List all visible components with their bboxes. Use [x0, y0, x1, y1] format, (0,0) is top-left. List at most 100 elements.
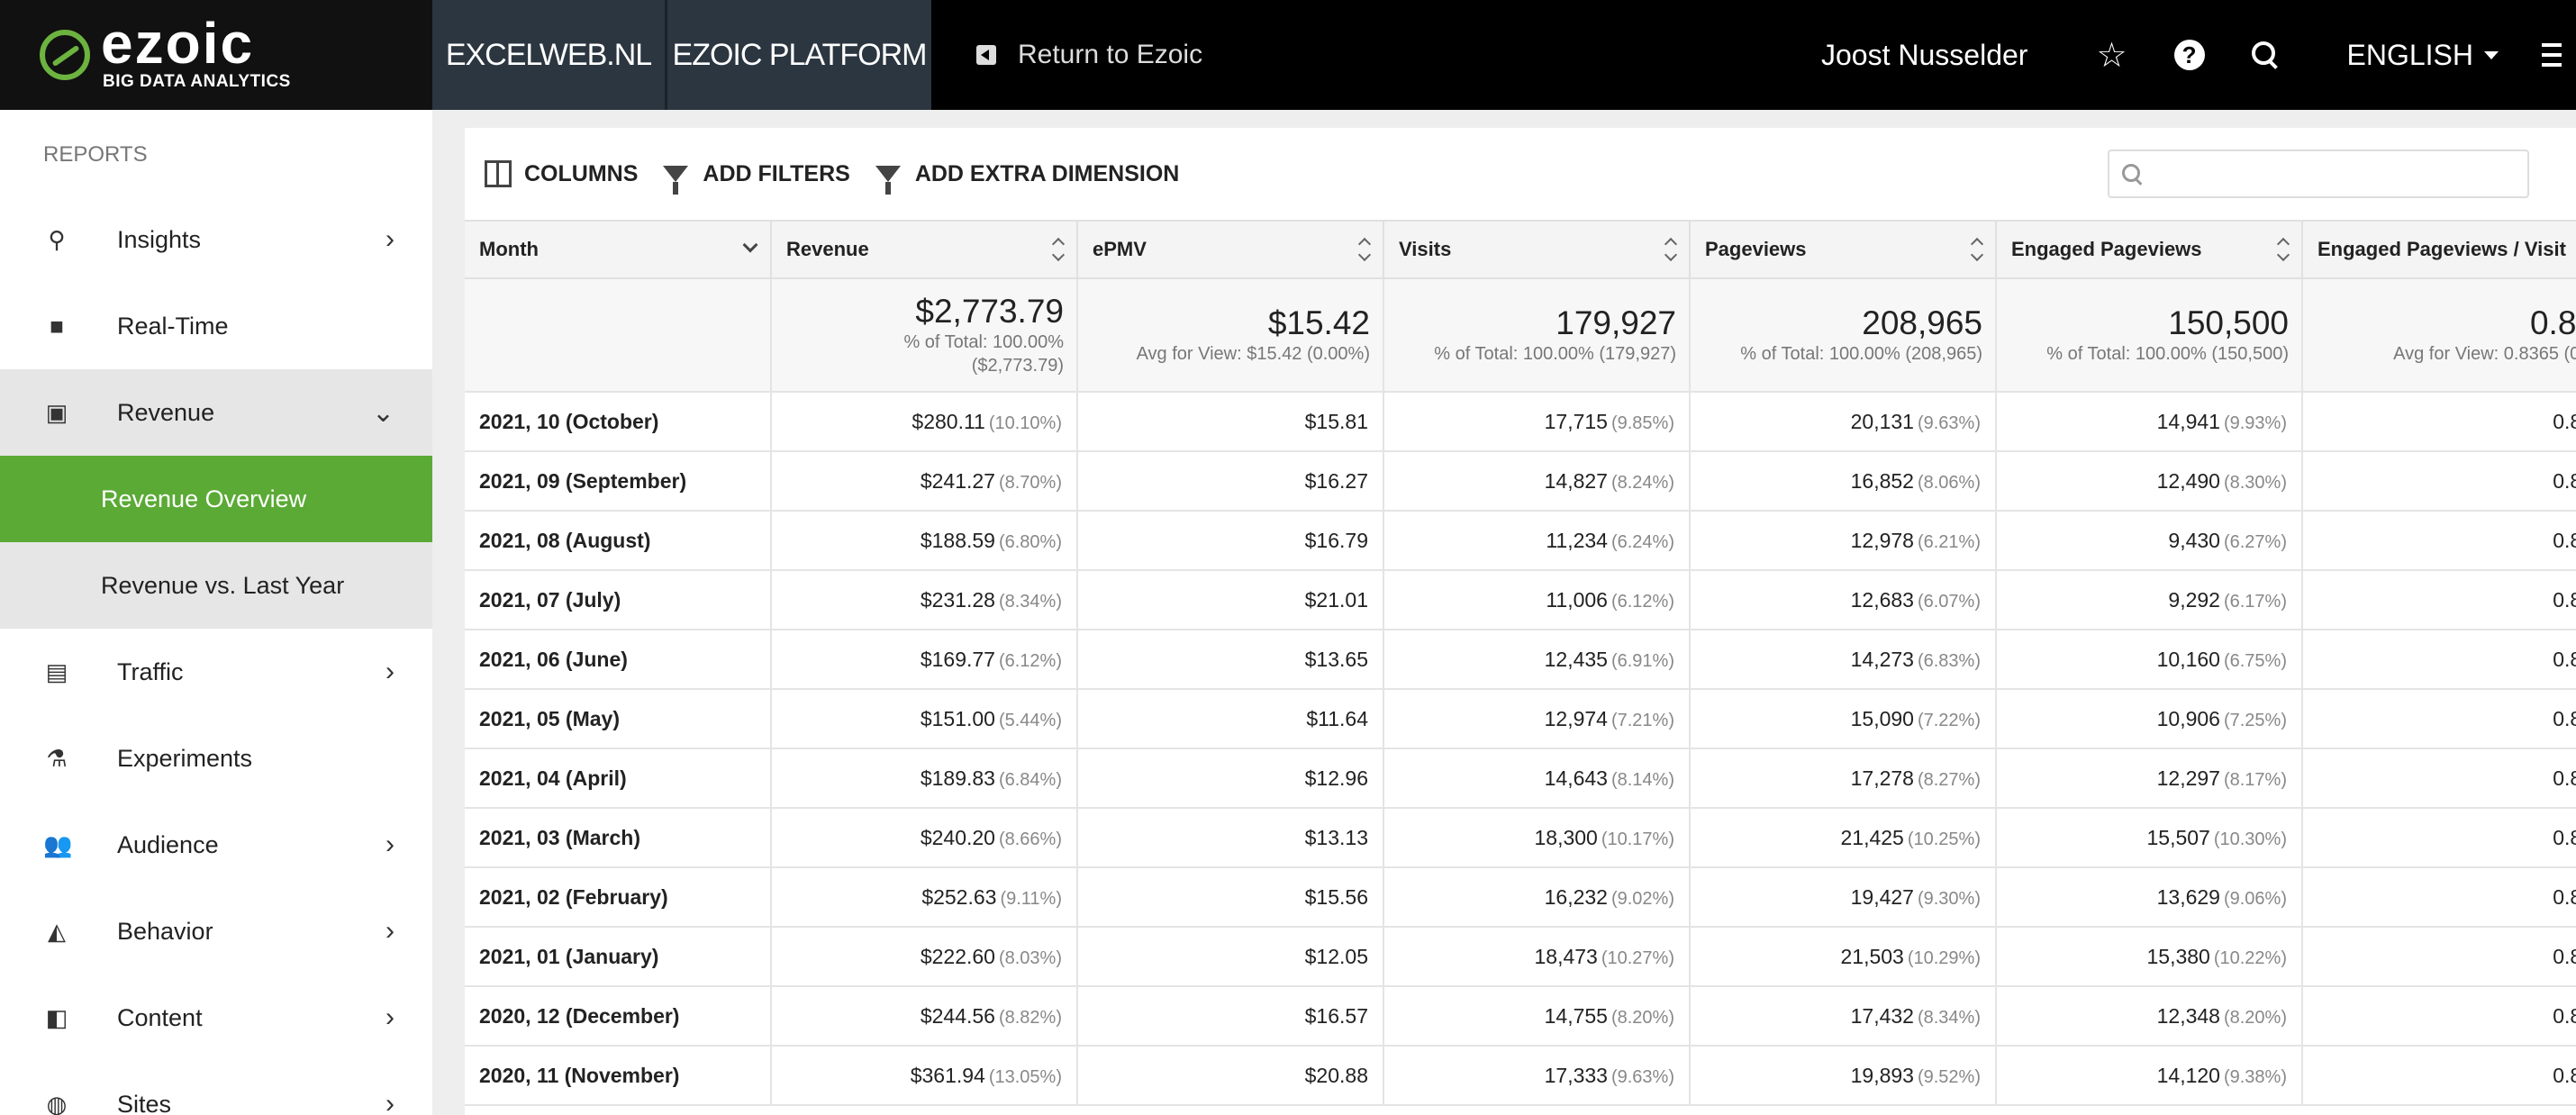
sidebar-item-label: Real-Time	[117, 312, 229, 340]
sidebar-item-label: Content	[117, 1003, 203, 1031]
column-header-engaged-pageviews[interactable]: Engaged Pageviews	[1996, 220, 2303, 279]
sidebar-item-behavior[interactable]: ◭ Behavior ›	[0, 888, 432, 974]
chevron-right-icon: ›	[385, 657, 395, 686]
table-row[interactable]: 2021, 08 (August) $188.59 (6.80%) $16.79 11,…	[465, 511, 2576, 571]
table-search-input[interactable]	[2109, 151, 2527, 196]
table-row[interactable]: 2021, 07 (July) $231.28 (8.34%) $21.01 11,00…	[465, 570, 2576, 630]
table-cell: 18,300 (10.17%)	[1383, 808, 1691, 868]
list-menu-icon[interactable]	[2535, 43, 2562, 67]
sidebar-item-revenue-vs-last-year[interactable]: Revenue vs. Last Year	[0, 542, 432, 629]
table-cell: 14,941 (9.93%)	[1996, 392, 2303, 452]
table-cell: 16,232 (9.02%)	[1383, 867, 1691, 928]
sidebar-item-experiments[interactable]: ⚗ Experiments	[0, 715, 432, 802]
table-cell: 0.84	[2302, 808, 2576, 868]
star-icon[interactable]: ☆	[2096, 35, 2127, 76]
search-icon[interactable]	[2251, 41, 2279, 68]
table-cell: $241.27 (8.70%)	[771, 451, 1078, 512]
sidebar-item-label: Experiments	[117, 744, 253, 772]
column-header-epmv[interactable]: ePMV	[1077, 220, 1384, 279]
totals-cell	[465, 278, 772, 393]
site-tab[interactable]: EXCELWEB.NL	[432, 0, 665, 110]
table-cell: 17,715 (9.85%)	[1383, 392, 1691, 452]
table-cell: $21.01	[1077, 570, 1384, 630]
table-row[interactable]: 2021, 05 (May) $151.00 (5.44%) $11.64 12,974…	[465, 689, 2576, 749]
columns-button[interactable]: COLUMNS	[485, 160, 638, 187]
platform-tab[interactable]: EZOIC PLATFORM	[665, 0, 931, 110]
column-header-revenue[interactable]: Revenue	[771, 220, 1078, 279]
table-row[interactable]: 2021, 04 (April) $189.83 (6.84%) $12.96 14,6…	[465, 748, 2576, 809]
table-cell: 2021, 01 (January)	[465, 927, 772, 987]
language-selector[interactable]: ENGLISH	[2347, 39, 2499, 72]
totals-cell: 150,500 % of Total: 100.00% (150,500)	[1996, 278, 2303, 393]
dashboard-icon: ◧	[45, 1003, 68, 1031]
table-cell: $15.81	[1077, 392, 1384, 452]
sidebar-item-revenue-overview[interactable]: Revenue Overview	[0, 456, 432, 542]
table-row[interactable]: 2021, 10 (October) $280.11 (10.10%) $15.81 1…	[465, 392, 2576, 452]
totals-cell: 208,965 % of Total: 100.00% (208,965)	[1690, 278, 1997, 393]
table-row[interactable]: 2020, 11 (November) $361.94 (13.05%) $20.88…	[465, 1046, 2576, 1106]
table-cell: $11.64	[1077, 689, 1384, 749]
sidebar-item-audience[interactable]: 👥 Audience ›	[0, 802, 432, 888]
table-cell: 10,160 (6.75%)	[1996, 630, 2303, 690]
sidebar-item-label: Revenue	[117, 398, 215, 426]
sidebar-item-label: Traffic	[117, 657, 184, 685]
sidebar-item-insights[interactable]: ⚲ Insights ›	[0, 196, 432, 283]
totals-cell: $15.42 Avg for View: $15.42 (0.00%)	[1077, 278, 1384, 393]
column-header-month[interactable]: Month	[465, 220, 772, 279]
help-icon[interactable]: ?	[2173, 40, 2205, 70]
table-row[interactable]: 2021, 03 (March) $240.20 (8.66%) $13.13 18,3…	[465, 808, 2576, 868]
table-cell: 11,006 (6.12%)	[1383, 570, 1691, 630]
chevron-right-icon: ›	[385, 224, 395, 254]
sidebar-item-sites[interactable]: ◍ Sites ›	[0, 1061, 432, 1115]
chevron-down-icon: ⌄	[371, 397, 395, 428]
table-row[interactable]: 2021, 02 (February) $252.63 (9.11%) $15.56 1…	[465, 867, 2576, 928]
table-cell: 18,473 (10.27%)	[1383, 927, 1691, 987]
sidebar-item-real-time[interactable]: ■ Real-Time	[0, 283, 432, 369]
table-header-row: Month Revenue ePMV Visits Pageviews Enga…	[465, 220, 2576, 279]
table-row[interactable]: 2021, 01 (January) $222.60 (8.03%) $12.05 18…	[465, 927, 2576, 987]
table-cell: $12.05	[1077, 927, 1384, 987]
table-cell: 2021, 07 (July)	[465, 570, 772, 630]
sidebar-item-revenue[interactable]: ▣ Revenue ⌄	[0, 369, 432, 456]
chevron-right-icon: ›	[385, 1002, 395, 1032]
column-header-visits[interactable]: Visits	[1383, 220, 1691, 279]
revenue-table: Month Revenue ePMV Visits Pageviews Enga…	[465, 220, 2576, 1106]
chevron-right-icon: ›	[385, 1089, 395, 1115]
add-extra-dimension-button[interactable]: ADD EXTRA DIMENSION	[875, 161, 1179, 195]
table-row[interactable]: 2020, 12 (December) $244.56 (8.82%) $16.57 1…	[465, 986, 2576, 1047]
table-cell: $151.00 (5.44%)	[771, 689, 1078, 749]
add-filters-button[interactable]: ADD FILTERS	[663, 161, 850, 195]
table-cell: $12.96	[1077, 748, 1384, 809]
table-cell: 2021, 06 (June)	[465, 630, 772, 690]
return-to-ezoic-link[interactable]: Return to Ezoic	[976, 40, 1202, 70]
table-row[interactable]: 2021, 09 (September) $241.27 (8.70%) $16.27…	[465, 451, 2576, 512]
table-search	[2108, 150, 2529, 198]
table-cell: 14,755 (8.20%)	[1383, 986, 1691, 1047]
table-cell: 12,297 (8.17%)	[1996, 748, 2303, 809]
ezoic-logo-icon	[40, 30, 90, 80]
sort-icon	[2278, 238, 2289, 263]
sidebar-item-content[interactable]: ◧ Content ›	[0, 974, 432, 1061]
sidebar: REPORTS ⚲ Insights › ■ Real-Time ▣ Reven…	[0, 110, 432, 1115]
table-cell: $16.57	[1077, 986, 1384, 1047]
table-cell: 17,278 (8.27%)	[1690, 748, 1997, 809]
column-header-pageviews[interactable]: Pageviews	[1690, 220, 1997, 279]
table-cell: 0.84	[2302, 570, 2576, 630]
column-header-engaged-per-visit[interactable]: Engaged Pageviews / Visit	[2302, 220, 2576, 279]
traffic-light-icon: ▤	[45, 657, 68, 685]
table-cell: 0.81	[2302, 630, 2576, 690]
table-cell: 9,292 (6.17%)	[1996, 570, 2303, 630]
table-cell: 15,380 (10.22%)	[1996, 927, 2303, 987]
ezoic-logo[interactable]: ezoic BIG DATA ANALYTICS	[0, 0, 432, 110]
sidebar-item-traffic[interactable]: ▤ Traffic ›	[0, 629, 432, 715]
table-cell: $169.77 (6.12%)	[771, 630, 1078, 690]
user-name[interactable]: Joost Nusselder	[1821, 39, 2027, 72]
table-cell: 0.83	[2302, 511, 2576, 571]
table-row[interactable]: 2021, 06 (June) $169.77 (6.12%) $13.65 12,43…	[465, 630, 2576, 690]
return-label: Return to Ezoic	[1018, 40, 1203, 69]
chevron-down-icon	[742, 237, 758, 253]
sidebar-item-label: Insights	[117, 225, 202, 253]
chevron-right-icon: ›	[385, 829, 395, 859]
chevron-right-icon: ›	[385, 916, 395, 946]
search-icon	[2122, 164, 2142, 184]
